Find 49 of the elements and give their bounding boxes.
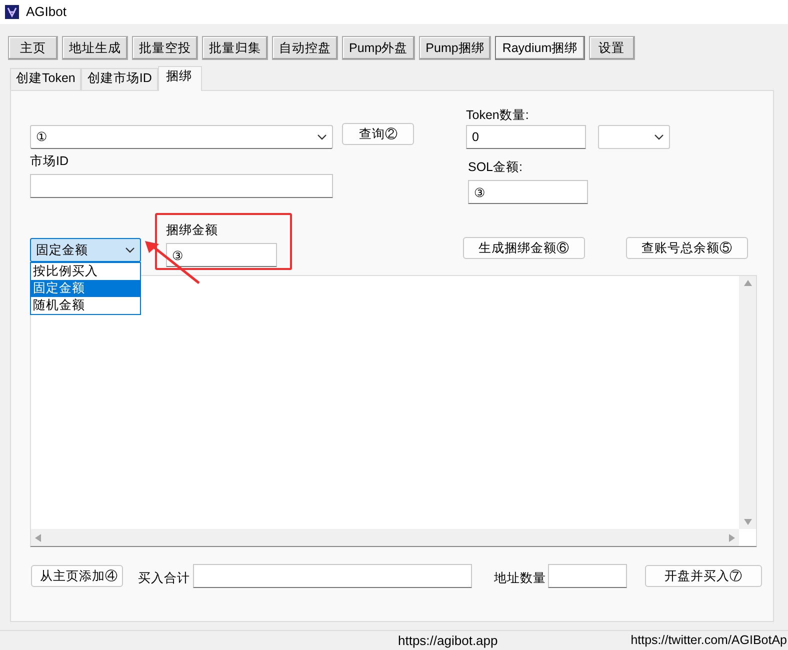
pool-dropdown[interactable]: ①: [30, 125, 333, 149]
field-label: 市场ID: [30, 153, 70, 169]
dropdown-option[interactable]: 固定金额: [31, 280, 140, 297]
scroll-left-icon[interactable]: [35, 534, 41, 542]
generate-button[interactable]: 生成捆绑金额⑥: [463, 237, 585, 259]
arrow: [143, 241, 201, 285]
bundle-amount-field[interactable]: ③: [166, 243, 277, 267]
dropdown-option[interactable]: 随机金额: [31, 297, 140, 314]
chevron-icon: [317, 134, 327, 140]
app-icon: [5, 5, 19, 19]
scroll-up-icon[interactable]: [744, 280, 752, 286]
scroll-right-icon[interactable]: [729, 534, 735, 542]
tab[interactable]: 捆绑: [158, 66, 202, 91]
tab-button[interactable]: Pump外盘: [342, 36, 415, 60]
tab-button[interactable]: 设置: [588, 36, 635, 60]
tab[interactable]: 创建Token: [10, 68, 82, 90]
count-field[interactable]: [548, 564, 627, 588]
market-id-field[interactable]: [30, 174, 333, 198]
chevron-icon: [125, 247, 135, 253]
status-link[interactable]: https://agibot.app: [398, 630, 498, 650]
sol-amount-field[interactable]: ③: [468, 180, 588, 204]
field-label: 地址数量: [494, 570, 546, 586]
field-label: 捆绑金额: [166, 222, 219, 238]
total-field[interactable]: [193, 564, 472, 588]
field-label: SOL金额:: [468, 159, 524, 175]
open-buy-button[interactable]: 开盘并买入⑦: [645, 565, 762, 587]
window-title: AGIbot: [26, 3, 66, 22]
tab-button[interactable]: Raydium捆绑: [495, 36, 585, 60]
token-amount-field[interactable]: 0: [466, 125, 586, 149]
scroll-down-icon[interactable]: [744, 519, 752, 525]
tab[interactable]: 创建市场ID: [81, 68, 158, 90]
tab-button[interactable]: 主页: [8, 36, 58, 60]
tab-button[interactable]: 批量归集: [202, 36, 268, 60]
tab-button[interactable]: Pump捆绑: [418, 36, 492, 60]
query-button[interactable]: 查询②: [342, 123, 414, 145]
field-label: 买入合计: [138, 570, 190, 586]
tab-button[interactable]: 批量空投: [132, 36, 198, 60]
mode-dropdown[interactable]: 固定金额: [30, 238, 141, 262]
vertical-scrollbar[interactable]: [739, 276, 756, 529]
status-link[interactable]: https://twitter.com/AGIBotAp: [630, 631, 787, 650]
field-label: Token数量:: [466, 107, 530, 123]
chevron-icon: [654, 134, 664, 140]
dropdown-option[interactable]: 按比例买入: [31, 263, 140, 280]
add-button[interactable]: 从主页添加④: [31, 565, 123, 587]
horizontal-scrollbar[interactable]: [31, 529, 739, 546]
tab-button[interactable]: 自动控盘: [272, 36, 338, 60]
unit-dropdown[interactable]: [598, 125, 670, 149]
tab-button[interactable]: 地址生成: [62, 36, 128, 60]
balance-button[interactable]: 查账号总余额⑤: [626, 237, 748, 259]
